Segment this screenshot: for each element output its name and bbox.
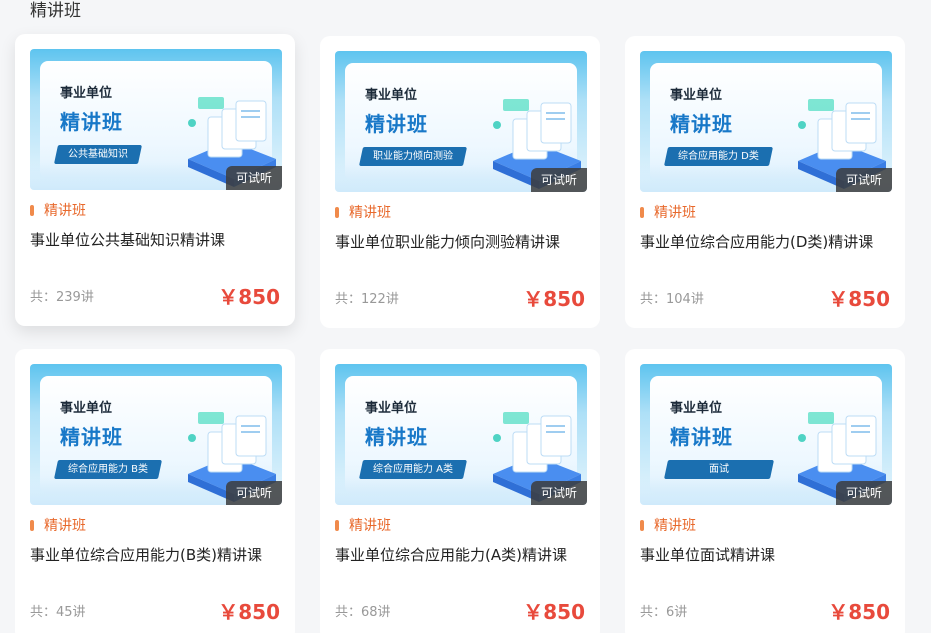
price: ￥850: [828, 287, 890, 311]
course-banner[interactable]: 事业单位 精讲班 综合应用能力 A类 可试听: [335, 364, 587, 505]
banner-tag: 公共基础知识: [53, 145, 143, 164]
course-card[interactable]: 事业单位 精讲班 职业能力倾向测验 可试听 精讲班 事业单位职业能力倾向测验精讲…: [320, 36, 600, 328]
price: ￥850: [218, 600, 280, 624]
trial-badge[interactable]: 可试听: [531, 481, 587, 505]
price: ￥850: [523, 287, 585, 311]
category-label: 精讲班: [30, 201, 86, 221]
price: ￥850: [218, 285, 280, 309]
trial-badge[interactable]: 可试听: [836, 168, 892, 192]
banner-tag: 职业能力倾向测验: [358, 147, 468, 166]
lesson-count: 共：45讲: [30, 605, 86, 620]
banner-kicker: 事业单位: [365, 401, 418, 416]
category-label: 精讲班: [30, 516, 86, 536]
lesson-count: 共：239讲: [30, 290, 94, 305]
lesson-count: 共：122讲: [335, 292, 399, 307]
trial-badge[interactable]: 可试听: [226, 481, 282, 505]
course-banner[interactable]: 事业单位 精讲班 职业能力倾向测验 可试听: [335, 51, 587, 192]
course-banner[interactable]: 事业单位 精讲班 公共基础知识 可试听: [30, 49, 282, 190]
lesson-count: 共：68讲: [335, 605, 391, 620]
course-title[interactable]: 事业单位职业能力倾向测验精讲课: [335, 231, 560, 253]
category-label: 精讲班: [335, 203, 391, 223]
course-banner[interactable]: 事业单位 精讲班 面试 可试听: [640, 364, 892, 505]
banner-tag: 面试: [663, 460, 775, 479]
banner-kicker: 事业单位: [670, 88, 723, 103]
banner-kicker: 事业单位: [60, 86, 113, 101]
category-label: 精讲班: [640, 203, 696, 223]
trial-badge[interactable]: 可试听: [226, 166, 282, 190]
category-label: 精讲班: [335, 516, 391, 536]
course-banner[interactable]: 事业单位 精讲班 综合应用能力 D类 可试听: [640, 51, 892, 192]
banner-kicker: 事业单位: [670, 401, 723, 416]
banner-kicker: 事业单位: [365, 88, 418, 103]
banner-title: 精讲班: [670, 425, 733, 449]
lesson-count: 共：104讲: [640, 292, 704, 307]
banner-title: 精讲班: [60, 425, 123, 449]
course-card[interactable]: 事业单位 精讲班 面试 可试听 精讲班 事业单位面试精讲课 共：6讲 ￥850: [625, 349, 905, 633]
course-title[interactable]: 事业单位综合应用能力(A类)精讲课: [335, 544, 567, 566]
banner-title: 精讲班: [365, 425, 428, 449]
course-card[interactable]: 事业单位 精讲班 综合应用能力 D类 可试听 精讲班 事业单位综合应用能力(D类…: [625, 36, 905, 328]
course-card[interactable]: 事业单位 精讲班 综合应用能力 B类 可试听 精讲班 事业单位综合应用能力(B类…: [15, 349, 295, 633]
trial-badge[interactable]: 可试听: [531, 168, 587, 192]
banner-title: 精讲班: [670, 112, 733, 136]
course-title[interactable]: 事业单位综合应用能力(B类)精讲课: [30, 544, 262, 566]
banner-tag: 综合应用能力 D类: [663, 147, 773, 166]
banner-tag: 综合应用能力 B类: [53, 460, 163, 479]
trial-badge[interactable]: 可试听: [836, 481, 892, 505]
banner-title: 精讲班: [365, 112, 428, 136]
course-card[interactable]: 事业单位 精讲班 公共基础知识 可试听 精讲班 事业单位公共基础知识精讲课 共：…: [15, 34, 295, 326]
course-title[interactable]: 事业单位公共基础知识精讲课: [30, 229, 225, 251]
course-title[interactable]: 事业单位面试精讲课: [640, 544, 775, 566]
course-card[interactable]: 事业单位 精讲班 综合应用能力 A类 可试听 精讲班 事业单位综合应用能力(A类…: [320, 349, 600, 633]
banner-title: 精讲班: [60, 110, 123, 134]
section-title: 精讲班: [30, 1, 81, 21]
banner-tag: 综合应用能力 A类: [358, 460, 468, 479]
category-label: 精讲班: [640, 516, 696, 536]
course-title[interactable]: 事业单位综合应用能力(D类)精讲课: [640, 231, 873, 253]
price: ￥850: [523, 600, 585, 624]
course-banner[interactable]: 事业单位 精讲班 综合应用能力 B类 可试听: [30, 364, 282, 505]
banner-kicker: 事业单位: [60, 401, 113, 416]
price: ￥850: [828, 600, 890, 624]
lesson-count: 共：6讲: [640, 605, 688, 620]
